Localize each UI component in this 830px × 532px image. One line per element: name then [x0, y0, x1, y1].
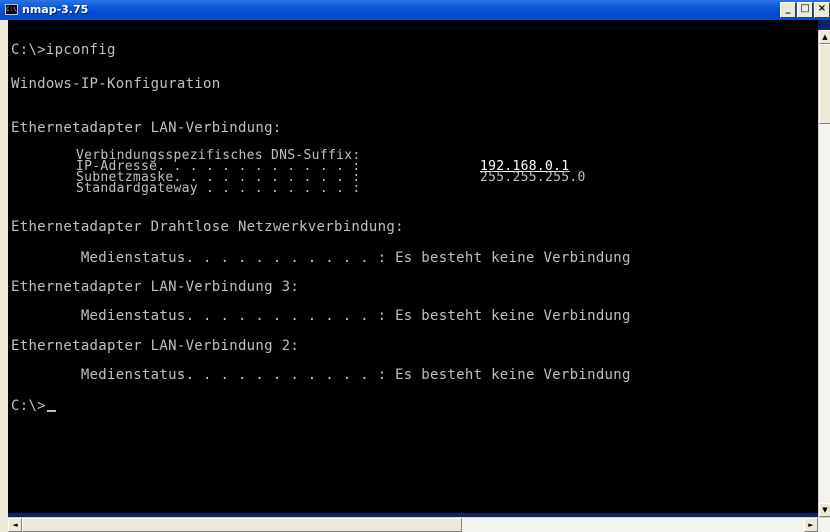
window-controls: _ □ ×: [780, 2, 830, 18]
console-line: Medienstatus. . . . . . . . . . . : Es b…: [11, 367, 631, 383]
console-line: Medienstatus. . . . . . . . . . . : Es b…: [11, 308, 631, 324]
title-bar[interactable]: C:\ nmap-3.75 _ □ ×: [0, 0, 830, 20]
horizontal-scroll-thumb[interactable]: [22, 518, 462, 532]
scroll-left-icon[interactable]: ◄: [8, 518, 22, 532]
scroll-down-icon[interactable]: ▼: [819, 503, 830, 517]
command-prompt: C:\>: [11, 398, 56, 414]
console-line: Medienstatus. . . . . . . . . . . : Es b…: [11, 250, 631, 266]
console-icon[interactable]: C:\: [5, 4, 18, 15]
maximize-button[interactable]: □: [797, 2, 813, 18]
subnet-mask-value: 255.255.255.0: [480, 170, 586, 185]
window-frame-left: [0, 20, 8, 532]
console-output[interactable]: C:\>ipconfig Windows-IP-Konfiguration Et…: [8, 20, 818, 513]
console-line: Ethernetadapter LAN-Verbindung:: [11, 120, 282, 136]
console-window: C:\ nmap-3.75 _ □ × C:\>ipconfig Windows…: [0, 0, 830, 532]
minimize-button[interactable]: _: [780, 2, 796, 18]
console-line: Windows-IP-Konfiguration: [11, 76, 221, 92]
close-button[interactable]: ×: [814, 2, 830, 18]
console-line: Standardgateway . . . . . . . . . :: [11, 181, 361, 196]
vertical-scroll-thumb[interactable]: [819, 44, 830, 124]
console-line: Ethernetadapter LAN-Verbindung 2:: [11, 338, 300, 354]
text-cursor: [46, 410, 56, 412]
horizontal-scrollbar[interactable]: ◄ ►: [8, 517, 830, 532]
console-line: Ethernetadapter LAN-Verbindung 3:: [11, 279, 300, 295]
vertical-scrollbar[interactable]: ▲ ▼: [818, 30, 830, 517]
console-line: Ethernetadapter Drahtlose Netzwerkverbin…: [11, 219, 404, 235]
scroll-right-icon[interactable]: ►: [804, 518, 818, 532]
prompt-text: C:\>: [11, 398, 46, 414]
scroll-up-icon[interactable]: ▲: [819, 30, 830, 44]
console-line: C:\>ipconfig: [11, 42, 116, 58]
window-title: nmap-3.75: [22, 3, 89, 16]
